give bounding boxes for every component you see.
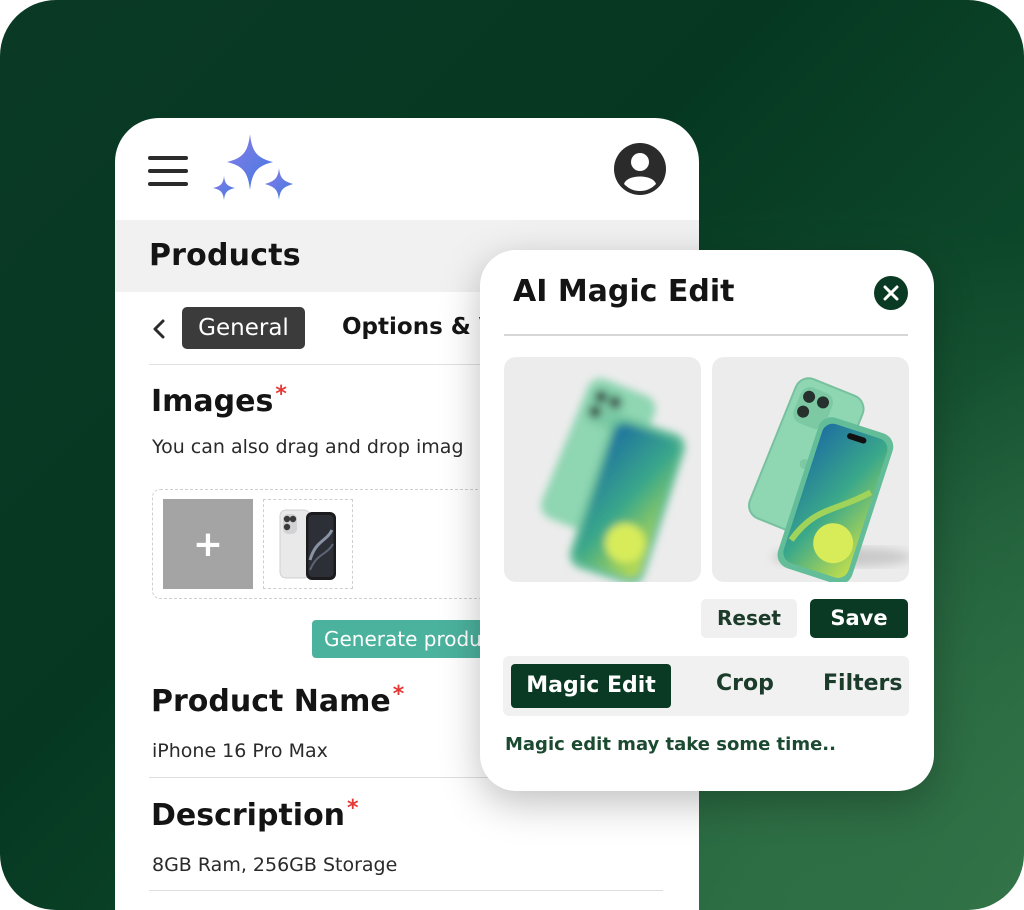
divider bbox=[504, 334, 908, 336]
required-mark: * bbox=[392, 682, 405, 707]
reset-button[interactable]: Reset bbox=[701, 599, 797, 638]
user-avatar-icon[interactable] bbox=[613, 142, 667, 196]
sharp-phone-image bbox=[748, 377, 909, 582]
top-bar bbox=[115, 118, 699, 220]
ai-magic-edit-modal: AI Magic Edit Reset Save Magic Edit Crop… bbox=[480, 250, 934, 791]
required-mark: * bbox=[275, 382, 287, 407]
close-icon bbox=[883, 285, 899, 301]
description-field[interactable]: 8GB Ram, 256GB Storage bbox=[152, 854, 397, 876]
edited-image-preview[interactable] bbox=[712, 357, 909, 582]
product-name-heading: Product Name* bbox=[151, 682, 405, 719]
magic-edit-note: Magic edit may take some time.. bbox=[505, 734, 836, 755]
product-image-thumbnail[interactable] bbox=[263, 499, 353, 589]
page-title: Products bbox=[149, 238, 301, 273]
tab-general[interactable]: General bbox=[182, 307, 305, 349]
required-mark: * bbox=[347, 796, 359, 821]
hamburger-menu-icon[interactable] bbox=[148, 154, 188, 188]
chevron-left-icon[interactable] bbox=[148, 318, 170, 340]
segment-crop[interactable]: Crop bbox=[716, 664, 774, 708]
blurred-phone-image bbox=[541, 378, 686, 582]
edit-mode-segmented-control: Magic Edit Crop Filters bbox=[503, 656, 909, 716]
segment-filters[interactable]: Filters bbox=[823, 664, 903, 708]
add-image-button[interactable]: + bbox=[163, 499, 253, 589]
images-heading: Images* bbox=[151, 382, 287, 419]
tab-options[interactable]: Options & V bbox=[342, 314, 497, 340]
close-button[interactable] bbox=[874, 276, 908, 310]
images-helper-text: You can also drag and drop imag bbox=[152, 436, 464, 458]
segment-magic-edit[interactable]: Magic Edit bbox=[511, 664, 671, 708]
iphone-thumbnail-image bbox=[279, 509, 336, 580]
product-name-field[interactable]: iPhone 16 Pro Max bbox=[152, 740, 328, 762]
description-heading: Description* bbox=[151, 796, 359, 833]
save-button[interactable]: Save bbox=[810, 599, 908, 638]
ai-sparkle-icon bbox=[213, 134, 293, 200]
field-underline bbox=[149, 890, 663, 891]
modal-title: AI Magic Edit bbox=[513, 274, 735, 309]
original-image-preview[interactable] bbox=[504, 357, 701, 582]
